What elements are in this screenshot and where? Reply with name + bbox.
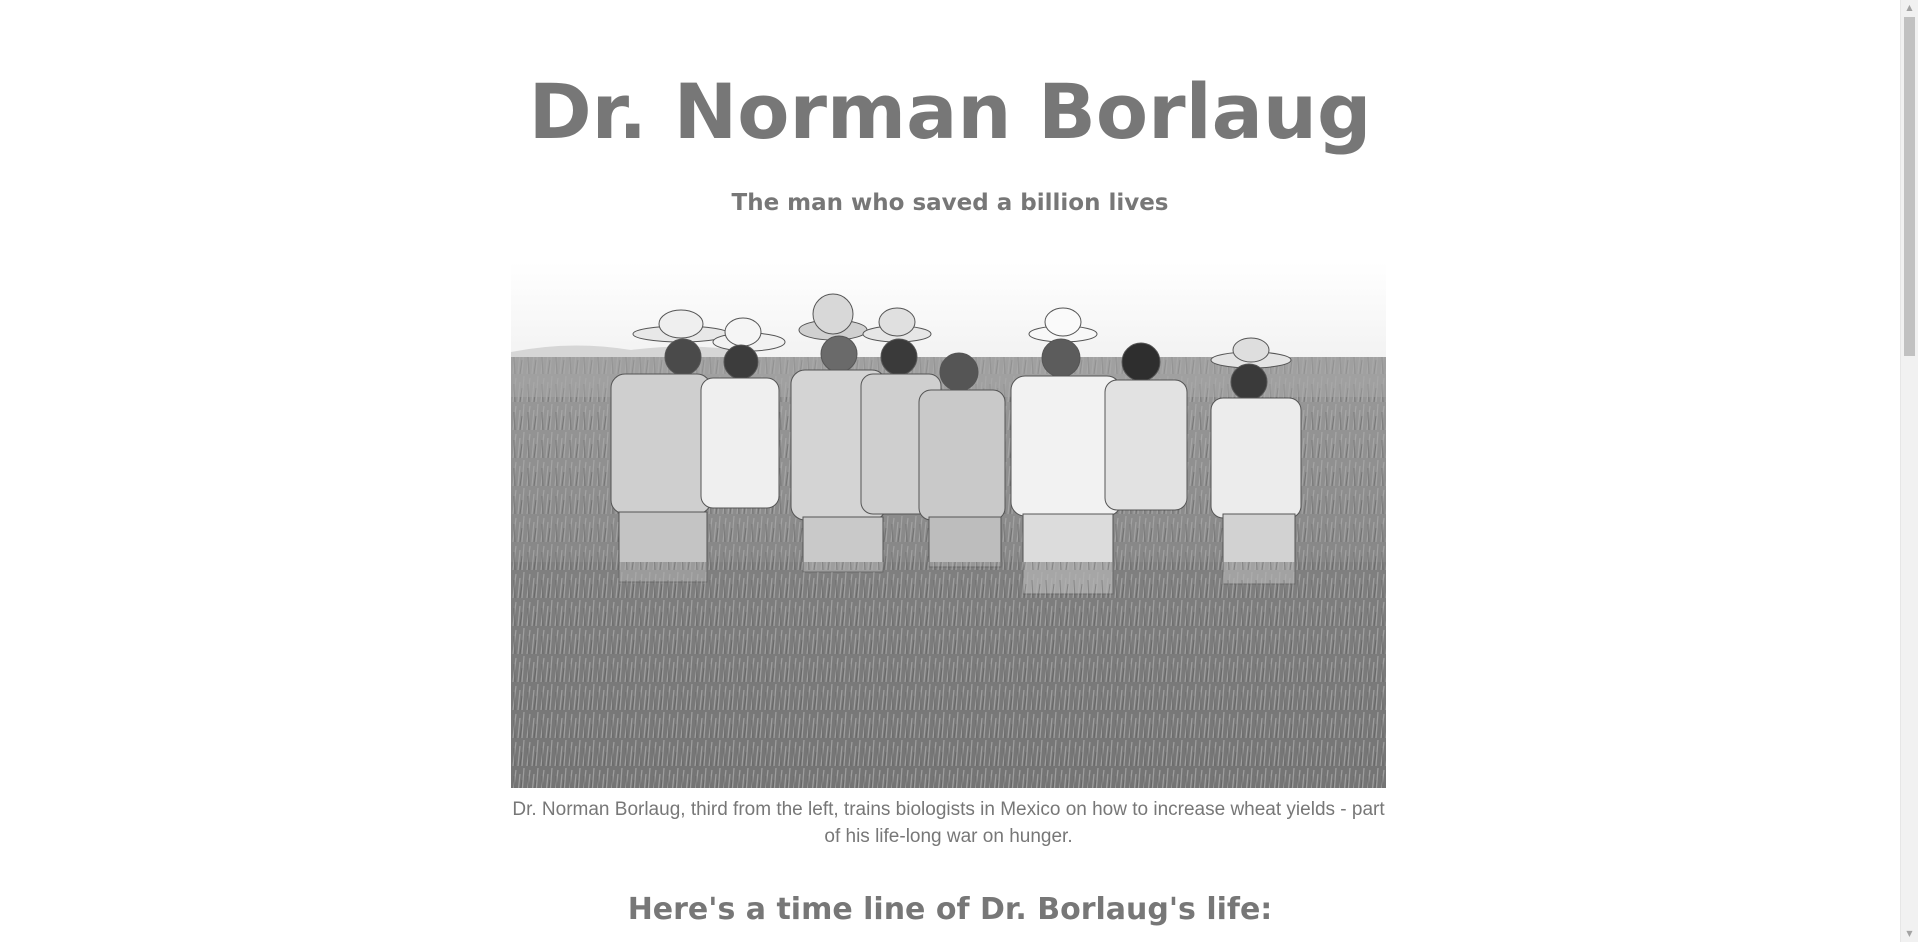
- triangle-down-icon[interactable]: ▼: [1901, 926, 1918, 942]
- hero-figure: [511, 262, 1386, 788]
- scrollbar-thumb[interactable]: [1904, 17, 1915, 356]
- vertical-scrollbar[interactable]: ▲ ▼: [1900, 0, 1918, 942]
- triangle-up-icon[interactable]: ▲: [1901, 0, 1918, 16]
- page-subtitle: The man who saved a billion lives: [731, 190, 1169, 216]
- page-title: Dr. Norman Borlaug: [528, 67, 1372, 156]
- borlaug-photo: [511, 262, 1386, 788]
- timeline-heading: Here's a time line of Dr. Borlaug's life…: [627, 892, 1273, 927]
- page: Dr. Norman Borlaug The man who saved a b…: [0, 0, 1900, 942]
- photo-caption: Dr. Norman Borlaug, third from the left,…: [512, 799, 1385, 847]
